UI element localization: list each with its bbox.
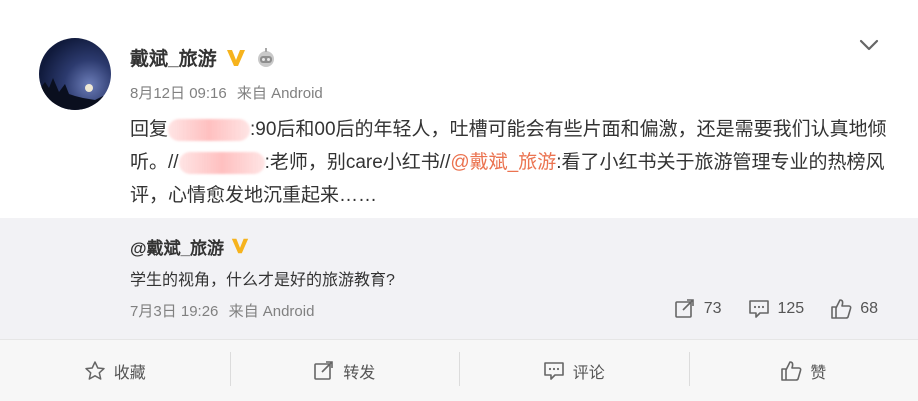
quoted-text: 学生的视角，什么才是好的旅游教育? bbox=[130, 272, 395, 289]
quoted-author[interactable]: @戴斌_旅游 bbox=[130, 234, 252, 259]
repost-icon bbox=[313, 360, 335, 382]
repost-count: 73 bbox=[703, 300, 722, 317]
post-author[interactable]: 戴斌_旅游 bbox=[130, 44, 277, 71]
quoted-comment-count[interactable]: 125 bbox=[748, 298, 805, 320]
repost-icon bbox=[674, 298, 696, 320]
verified-badge-icon bbox=[230, 236, 252, 258]
content-part-2: :老师，别care小红书// bbox=[264, 152, 451, 173]
thumbs-up-icon bbox=[830, 298, 852, 320]
quoted-date[interactable]: 7月3日 19:26 bbox=[130, 303, 218, 320]
comment-count: 125 bbox=[777, 300, 805, 317]
post-meta: 8月12日 09:16 来自 Android bbox=[130, 82, 323, 103]
comment-icon bbox=[748, 298, 770, 320]
mention-link[interactable]: @戴斌_旅游 bbox=[450, 152, 556, 173]
like-count: 68 bbox=[860, 300, 878, 317]
like-button[interactable]: 赞 bbox=[688, 340, 918, 401]
author-name[interactable]: 戴斌_旅游 bbox=[130, 44, 217, 71]
favorite-label: 收藏 bbox=[113, 364, 146, 382]
star-icon bbox=[84, 360, 106, 382]
avatar[interactable] bbox=[39, 38, 111, 110]
reply-prefix: 回复 bbox=[130, 119, 169, 140]
comment-button[interactable]: 评论 bbox=[459, 340, 689, 401]
chevron-down-icon[interactable] bbox=[858, 36, 880, 54]
redacted-username bbox=[178, 151, 265, 174]
thumbs-up-icon bbox=[780, 360, 802, 382]
quoted-stats: 73 125 68 bbox=[674, 298, 878, 320]
post-content: 回复:90后和00后的年轻人，吐槽可能会有些片面和偏激，还是需要我们认真地倾听。… bbox=[130, 113, 890, 212]
quoted-repost-count[interactable]: 73 bbox=[674, 298, 722, 320]
action-bar: 收藏 转发 评论 赞 bbox=[0, 339, 918, 401]
quoted-post[interactable]: @戴斌_旅游 学生的视角，什么才是好的旅游教育? 7月3日 19:26 来自 A… bbox=[0, 218, 918, 339]
weibo-post-card: 戴斌_旅游 8月12日 09:16 来自 Android 回复:90后和00后的… bbox=[0, 0, 918, 401]
favorite-button[interactable]: 收藏 bbox=[0, 340, 230, 401]
quoted-meta: 7月3日 19:26 来自 Android bbox=[130, 300, 314, 321]
quoted-source: 来自 Android bbox=[228, 303, 315, 320]
robot-icon bbox=[255, 47, 277, 69]
redacted-username bbox=[168, 118, 251, 141]
verified-badge-icon bbox=[225, 47, 247, 69]
quoted-author-name[interactable]: @戴斌_旅游 bbox=[130, 234, 224, 259]
repost-button[interactable]: 转发 bbox=[229, 340, 460, 401]
comment-icon bbox=[543, 360, 565, 382]
post-source: 来自 Android bbox=[236, 85, 323, 102]
repost-label: 转发 bbox=[343, 364, 376, 382]
quoted-like-count[interactable]: 68 bbox=[830, 298, 878, 320]
comment-label: 评论 bbox=[572, 364, 605, 382]
post-date[interactable]: 8月12日 09:16 bbox=[130, 85, 227, 102]
like-label: 赞 bbox=[810, 364, 827, 382]
